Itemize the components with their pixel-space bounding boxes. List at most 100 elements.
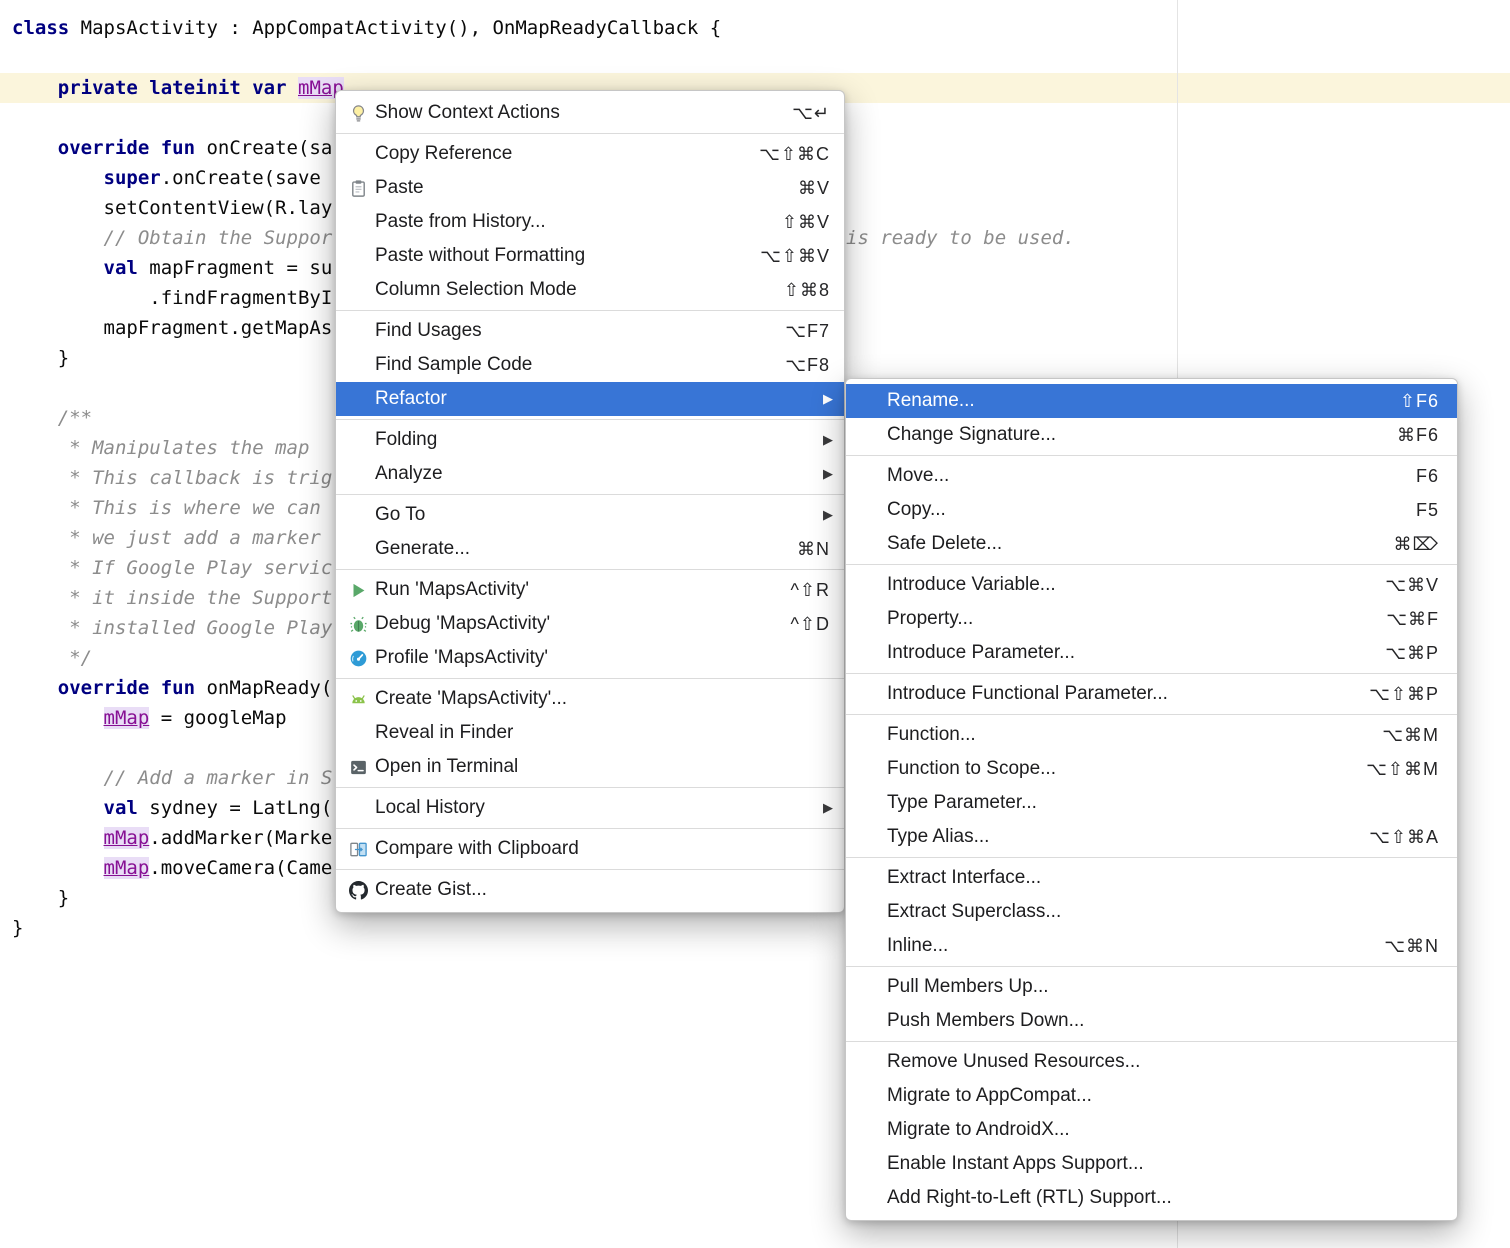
- menu-item-label: Analyze: [375, 463, 443, 485]
- menu-item-local-history[interactable]: Local History ▶: [336, 791, 844, 825]
- menu-item-profile-mapsactivity[interactable]: Profile 'MapsActivity': [336, 641, 844, 675]
- menu-item-introduce-functional-parameter[interactable]: Introduce Functional Parameter...⌥⇧⌘P: [846, 677, 1457, 711]
- menu-item-migrate-to-appcompat[interactable]: Migrate to AppCompat...: [846, 1079, 1457, 1113]
- menu-item-open-in-terminal[interactable]: Open in Terminal: [336, 750, 844, 784]
- menu-item-debug-mapsactivity[interactable]: Debug 'MapsActivity'^⇧D: [336, 607, 844, 641]
- mmap-identifier-highlight: mMap: [104, 707, 150, 729]
- menu-item-pull-members-up[interactable]: Pull Members Up...: [846, 970, 1457, 1004]
- code-text-token: [12, 827, 104, 849]
- menu-item-shortcut: ⌥↵: [792, 103, 830, 124]
- code-text-token: onCreate(sa: [195, 137, 332, 159]
- menu-item-shortcut: ⌥⇧⌘A: [1369, 827, 1439, 848]
- menu-item-copy[interactable]: Copy...F5: [846, 493, 1457, 527]
- menu-item-label: Go To: [375, 504, 425, 526]
- menu-item-function[interactable]: Function...⌥⌘M: [846, 718, 1457, 752]
- menu-item-paste-without-formatting[interactable]: Paste without Formatting⌥⇧⌘V: [336, 239, 844, 273]
- menu-item-create-mapsactivity[interactable]: Create 'MapsActivity'...: [336, 682, 844, 716]
- menu-item-label: Local History: [375, 797, 485, 819]
- no-icon: [346, 212, 370, 232]
- menu-item-label: Profile 'MapsActivity': [375, 647, 548, 669]
- code-comment: * it inside the Support: [12, 587, 332, 609]
- code-text-token: }: [12, 887, 69, 909]
- menu-item-label: Rename...: [887, 390, 975, 412]
- menu-separator: [846, 564, 1457, 565]
- menu-separator: [336, 869, 844, 870]
- menu-item-show-context-actions[interactable]: Show Context Actions⌥↵: [336, 96, 844, 130]
- menu-separator: [846, 455, 1457, 456]
- menu-item-migrate-to-androidx[interactable]: Migrate to AndroidX...: [846, 1113, 1457, 1147]
- run-icon: [346, 580, 370, 600]
- menu-item-folding[interactable]: Folding▶: [336, 423, 844, 457]
- menu-separator: [846, 673, 1457, 674]
- menu-item-label: Extract Superclass...: [887, 901, 1061, 923]
- menu-item-paste[interactable]: Paste⌘V: [336, 171, 844, 205]
- menu-item-copy-reference[interactable]: Copy Reference⌥⇧⌘C: [336, 137, 844, 171]
- menu-item-safe-delete[interactable]: Safe Delete...⌘⌦: [846, 527, 1457, 561]
- menu-item-shortcut: ⌥⇧⌘P: [1369, 684, 1439, 705]
- menu-item-create-gist[interactable]: Create Gist...: [336, 873, 844, 907]
- profile-icon: [346, 648, 370, 668]
- menu-item-analyze[interactable]: Analyze▶: [336, 457, 844, 491]
- menu-item-type-parameter[interactable]: Type Parameter...: [846, 786, 1457, 820]
- menu-item-run-mapsactivity[interactable]: Run 'MapsActivity'^⇧R: [336, 573, 844, 607]
- menu-item-property[interactable]: Property...⌥⌘F: [846, 602, 1457, 636]
- menu-item-introduce-parameter[interactable]: Introduce Parameter...⌥⌘P: [846, 636, 1457, 670]
- no-icon: [346, 430, 370, 450]
- menu-item-rename[interactable]: Rename...⇧F6: [846, 384, 1457, 418]
- menu-item-label: Extract Interface...: [887, 867, 1041, 889]
- code-text-token: }: [12, 347, 69, 369]
- code-keyword: private lateinit var: [58, 77, 287, 99]
- no-icon: [346, 355, 370, 375]
- code-text-token: mapFragment = su: [138, 257, 332, 279]
- menu-item-function-to-scope[interactable]: Function to Scope...⌥⇧⌘M: [846, 752, 1457, 786]
- menu-item-find-usages[interactable]: Find Usages⌥F7: [336, 314, 844, 348]
- code-comment: * installed Google Play: [12, 617, 332, 639]
- code-text-token: .moveCamera(Came: [149, 857, 332, 879]
- menu-item-label: Change Signature...: [887, 424, 1056, 446]
- menu-item-compare-with-clipboard[interactable]: Compare with Clipboard: [336, 832, 844, 866]
- menu-item-label: Debug 'MapsActivity': [375, 613, 550, 635]
- code-keyword: class: [12, 17, 69, 39]
- menu-item-inline[interactable]: Inline...⌥⌘N: [846, 929, 1457, 963]
- menu-item-go-to[interactable]: Go To▶: [336, 498, 844, 532]
- menu-item-shortcut: ⌘F6: [1397, 425, 1439, 446]
- menu-item-change-signature[interactable]: Change Signature... ⌘F6: [846, 418, 1457, 452]
- code-text-token: = googleMap: [149, 707, 286, 729]
- no-icon: [346, 321, 370, 341]
- code-text-token: .onCreate(save: [161, 167, 321, 189]
- code-text-token: .addMarker(Marke: [149, 827, 332, 849]
- no-icon: [346, 539, 370, 559]
- menu-item-push-members-down[interactable]: Push Members Down...: [846, 1004, 1457, 1038]
- menu-item-shortcut: ⌥⇧⌘C: [759, 144, 830, 165]
- paste-icon: [346, 178, 370, 198]
- menu-item-label: Find Usages: [375, 320, 482, 342]
- menu-item-add-right-to-left-rtl-support[interactable]: Add Right-to-Left (RTL) Support...: [846, 1181, 1457, 1215]
- menu-item-label: Introduce Variable...: [887, 574, 1056, 596]
- code-comment: * This callback is trig: [12, 467, 332, 489]
- menu-item-remove-unused-resources[interactable]: Remove Unused Resources...: [846, 1045, 1457, 1079]
- menu-item-generate[interactable]: Generate...⌘N: [336, 532, 844, 566]
- menu-item-label: Folding: [375, 429, 437, 451]
- code-comment: * we just add a marker: [12, 527, 321, 549]
- menu-item-enable-instant-apps-support[interactable]: Enable Instant Apps Support...: [846, 1147, 1457, 1181]
- menu-item-move[interactable]: Move...F6: [846, 459, 1457, 493]
- menu-item-extract-superclass[interactable]: Extract Superclass...: [846, 895, 1457, 929]
- menu-item-label: Property...: [887, 608, 973, 630]
- menu-item-extract-interface[interactable]: Extract Interface...: [846, 861, 1457, 895]
- menu-item-shortcut: ⌥⌘N: [1384, 936, 1439, 957]
- code-text-token: mapFragment.getMapAs: [12, 317, 332, 339]
- menu-item-introduce-variable[interactable]: Introduce Variable...⌥⌘V: [846, 568, 1457, 602]
- menu-item-refactor[interactable]: Refactor ▶: [336, 382, 844, 416]
- menu-item-label: Refactor: [375, 388, 447, 410]
- menu-item-reveal-in-finder[interactable]: Reveal in Finder: [336, 716, 844, 750]
- menu-item-column-selection-mode[interactable]: Column Selection Mode⇧⌘8: [336, 273, 844, 307]
- menu-item-shortcut: ^⇧R: [790, 580, 830, 601]
- menu-item-shortcut: ⇧⌘8: [784, 280, 830, 301]
- menu-item-find-sample-code[interactable]: Find Sample Code⌥F8: [336, 348, 844, 382]
- menu-item-label: Migrate to AndroidX...: [887, 1119, 1070, 1141]
- menu-item-paste-from-history[interactable]: Paste from History...⇧⌘V: [336, 205, 844, 239]
- menu-item-type-alias[interactable]: Type Alias...⌥⇧⌘A: [846, 820, 1457, 854]
- menu-item-label: Push Members Down...: [887, 1010, 1084, 1032]
- submenu-arrow-icon: ▶: [823, 800, 833, 816]
- submenu-arrow-icon: ▶: [823, 391, 833, 407]
